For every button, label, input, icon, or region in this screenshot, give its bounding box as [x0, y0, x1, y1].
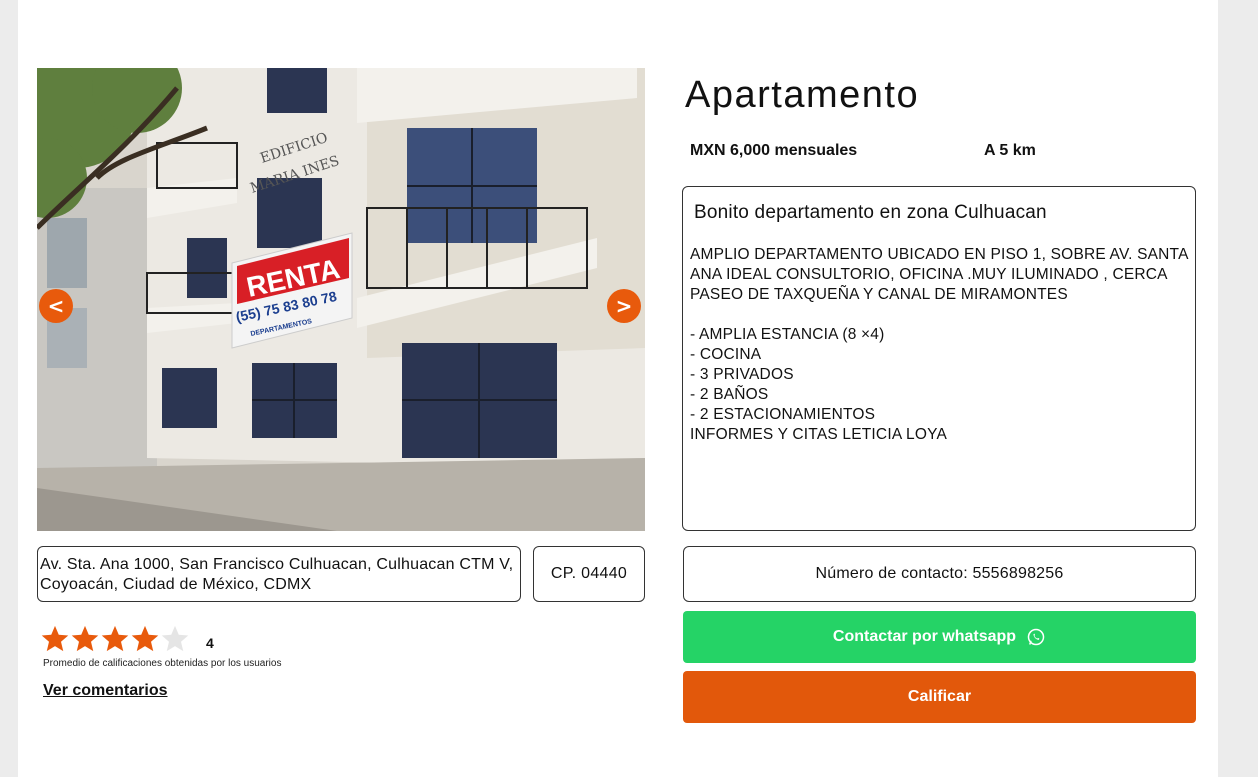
star-icon	[41, 625, 69, 652]
rating-value: 4	[206, 634, 214, 651]
listing-distance: A 5 km	[984, 142, 1036, 159]
contact-number-field: Número de contacto: 5556898256	[683, 546, 1196, 602]
stars-container	[40, 624, 190, 659]
star-icon	[131, 625, 159, 652]
view-comments-link[interactable]: Ver comentarios	[43, 682, 168, 700]
description-heading: Bonito departamento en zona Culhuacan	[694, 202, 1047, 223]
rate-button[interactable]: Calificar	[683, 671, 1196, 723]
gallery-next-button[interactable]: >	[607, 289, 641, 323]
listing-price: MXN 6,000 mensuales	[690, 142, 858, 159]
rate-button-label: Calificar	[907, 688, 972, 705]
star-icon	[101, 625, 129, 652]
star-icon	[71, 625, 99, 652]
rating-stars: 4	[40, 624, 214, 659]
whatsapp-button-label: Contactar por whatsapp	[832, 628, 1017, 645]
star-icon	[161, 625, 189, 652]
postal-code-text: CP. 04440	[550, 565, 628, 582]
address-field: Av. Sta. Ana 1000, San Francisco Culhuac…	[37, 546, 521, 602]
listing-page: EDIFICIO MARIA INES RENTA (55) 75 83 80 …	[18, 0, 1218, 777]
address-text: Av. Sta. Ana 1000, San Francisco Culhuac…	[40, 556, 514, 593]
postal-code-field: CP. 04440	[533, 546, 645, 602]
listing-title: Apartamento	[685, 74, 920, 116]
description-body: AMPLIO DEPARTAMENTO UBICADO EN PISO 1, S…	[690, 246, 1188, 443]
gallery-prev-button[interactable]: <	[39, 289, 73, 323]
listing-photo: EDIFICIO MARIA INES RENTA (55) 75 83 80 …	[37, 68, 645, 531]
whatsapp-icon	[1027, 628, 1045, 646]
rating-caption: Promedio de calificaciones obtenidas por…	[43, 658, 282, 669]
whatsapp-contact-button[interactable]: Contactar por whatsapp	[683, 611, 1196, 663]
contact-number-text: Número de contacto: 5556898256	[815, 565, 1064, 582]
description-panel: Bonito departamento en zona Culhuacan AM…	[682, 186, 1196, 531]
photo-gallery: EDIFICIO MARIA INES RENTA (55) 75 83 80 …	[37, 68, 645, 531]
